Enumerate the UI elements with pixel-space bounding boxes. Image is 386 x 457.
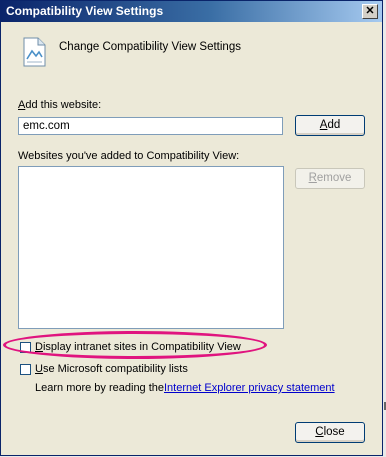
close-button[interactable]: Close [295,422,365,443]
close-button-accel: C [315,426,324,438]
add-website-label: Add this website: [18,99,101,111]
window-title: Compatibility View Settings [6,4,164,18]
learn-more-text: Learn more by reading the [35,382,165,394]
websites-list-label: Websites you've added to Compatibility V… [18,150,240,162]
compatibility-view-dialog: Compatibility View Settings ✕ Change Com… [0,0,383,456]
remove-button[interactable]: Remove [295,168,365,189]
ms-lists-label-rest: se Microsoft compatibility lists [42,363,188,375]
ms-lists-checkbox[interactable] [20,364,31,375]
dialog-heading: Change Compatibility View Settings [59,41,241,53]
remove-button-label: emove [316,172,352,184]
ms-lists-checkbox-label[interactable]: Use Microsoft compatibility lists [35,363,188,375]
compatibility-page-icon [23,37,46,67]
title-bar[interactable]: Compatibility View Settings ✕ [1,1,382,22]
close-button-label: lose [323,426,345,438]
add-website-label-rest: dd this website: [25,99,102,111]
privacy-statement-link[interactable]: Internet Explorer privacy statement [164,382,335,394]
ms-lists-accel: U [35,363,43,375]
close-window-button[interactable]: ✕ [362,4,378,19]
remove-button-accel: R [308,172,317,184]
add-button[interactable]: Add [295,115,365,136]
add-button-label: dd [327,119,341,131]
website-input[interactable] [18,117,283,135]
websites-listbox[interactable] [18,166,284,329]
highlight-ellipse [3,331,267,359]
